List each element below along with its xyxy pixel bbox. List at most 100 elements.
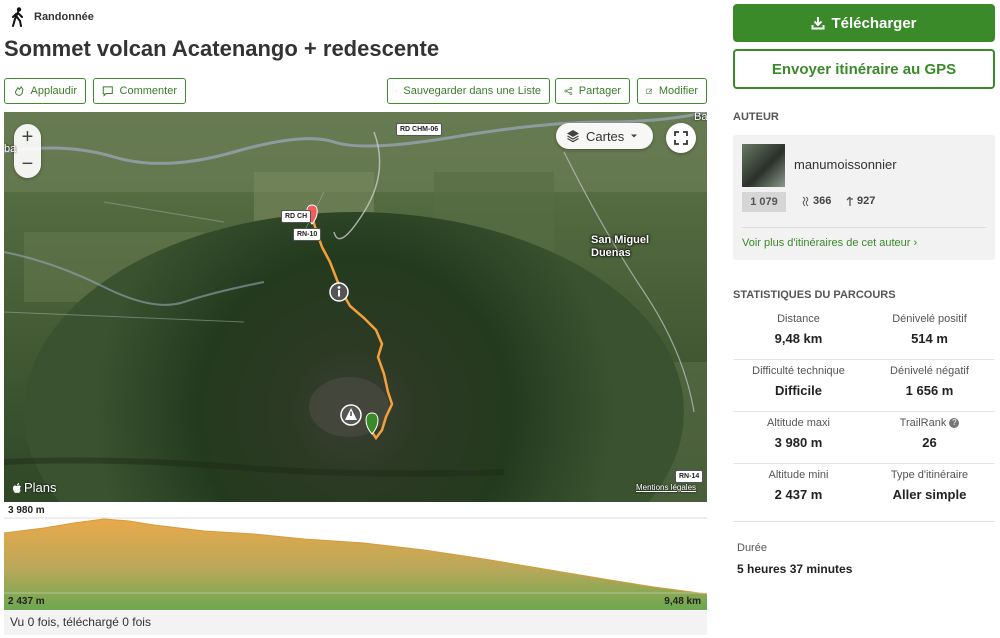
stat-value: 2 437 m — [774, 487, 823, 502]
author-followers-count: 366 — [813, 195, 832, 207]
stat-label: Dénivelé négatif — [890, 365, 969, 377]
zoom-in-button[interactable]: + — [14, 124, 41, 151]
stat-value: Difficile — [775, 383, 822, 398]
edit-button[interactable]: Modifier — [637, 78, 707, 104]
map-layer-label: Cartes — [586, 128, 625, 144]
road-label-rd-chm-06: RD CHM-06 — [396, 123, 443, 136]
duration-label: Durée — [737, 542, 767, 554]
stat-elevation-gain: Dénivelé positif 514 m — [864, 313, 995, 346]
comment-icon — [102, 86, 113, 97]
map-edge-label-right: Ba — [694, 112, 707, 123]
download-button[interactable]: Télécharger — [733, 4, 995, 42]
stat-label: Dénivelé positif — [892, 313, 967, 325]
stat-value: 514 m — [911, 331, 948, 346]
comment-button[interactable]: Commenter — [93, 78, 186, 104]
layers-icon — [567, 130, 579, 143]
apple-logo-icon — [13, 482, 21, 493]
stat-distance: Distance 9,48 km — [733, 313, 864, 346]
download-label: Télécharger — [831, 14, 917, 32]
applaud-label: Applaudir — [30, 85, 77, 97]
hiking-icon — [12, 7, 23, 27]
road-label-rn-14: RN-14 — [675, 470, 704, 483]
stat-value: 3 980 m — [774, 435, 823, 450]
author-card: manumoissonnier 1 079 366 927 Voir plus … — [733, 135, 995, 260]
info-marker-icon — [329, 282, 349, 302]
stat-label: Altitude maxi — [767, 417, 830, 429]
road-label-rn-10: RN-10 — [293, 228, 322, 241]
stat-row: Distance 9,48 km Dénivelé positif 514 m — [733, 308, 995, 360]
activity-label: Randonnée — [34, 11, 94, 23]
avatar[interactable] — [742, 144, 785, 187]
help-icon[interactable]: ? — [949, 418, 960, 429]
profile-max-altitude: 3 980 m — [8, 505, 45, 516]
author-name[interactable]: manumoissonnier — [794, 157, 897, 172]
place-label-san-miguel: San Miguel — [591, 234, 650, 246]
elevation-profile: 3 980 m 2 437 m 9,48 km — [3, 503, 708, 610]
send-to-gps-button[interactable]: Envoyer itinéraire au GPS — [733, 49, 995, 89]
stat-elevation-loss: Dénivelé négatif 1 656 m — [864, 365, 995, 398]
author-rank-badge: 1 079 — [742, 192, 786, 212]
profile-min-altitude: 2 437 m — [8, 596, 45, 607]
stat-value: 1 656 m — [905, 383, 954, 398]
map-attribution: Plans — [12, 480, 57, 495]
map-layer-selector[interactable]: Cartes — [556, 123, 653, 149]
stat-value: Aller simple — [892, 487, 967, 502]
trail-map[interactable]: + − ba Ba Cartes RD CHM-06 RD CH RN-10 R… — [4, 112, 707, 502]
trails-icon — [846, 196, 853, 206]
author-followers: 366 — [801, 195, 831, 207]
stats-divider — [733, 521, 995, 522]
trailrank-label: TrailRank — [899, 417, 947, 429]
stat-route-type: Type d'itinéraire Aller simple — [864, 469, 995, 502]
comment-label: Commenter — [119, 85, 177, 97]
share-button[interactable]: Partager — [555, 78, 630, 104]
place-label-duenas: Duenas — [591, 247, 631, 259]
stat-min-altitude: Altitude mini 2 437 m — [733, 469, 864, 502]
save-to-list-button[interactable]: Sauvegarder dans une Liste — [387, 78, 550, 104]
view-count: Vu 0 fois, téléchargé 0 fois — [4, 611, 707, 635]
followers-icon — [802, 196, 809, 206]
elevation-chart — [3, 517, 708, 610]
stat-value: 9,48 km — [774, 331, 823, 346]
stat-difficulty: Difficulté technique Difficile — [733, 365, 864, 398]
stat-row: Altitude mini 2 437 m Type d'itinéraire … — [733, 464, 995, 516]
clap-icon — [14, 85, 24, 96]
stat-label: Distance — [777, 313, 820, 325]
author-heading: AUTEUR — [733, 111, 779, 123]
stat-label: Difficulté technique — [752, 365, 845, 377]
stat-row: Difficulté technique Difficile Dénivelé … — [733, 360, 995, 412]
stat-value: 26 — [922, 435, 937, 450]
duration-value: 5 heures 37 minutes — [737, 562, 853, 576]
profile-distance: 9,48 km — [664, 596, 701, 607]
legal-link[interactable]: Mentions légales — [636, 483, 696, 492]
trail-stats: Distance 9,48 km Dénivelé positif 514 m … — [733, 308, 995, 516]
author-trails: 927 — [846, 195, 875, 207]
chevron-down-icon — [631, 134, 638, 138]
applaud-button[interactable]: Applaudir — [4, 78, 86, 104]
stat-label: TrailRank? — [864, 417, 995, 429]
road-label-rd-ch: RD CH — [281, 210, 312, 223]
edit-label: Modifier — [658, 85, 698, 97]
download-icon — [811, 17, 825, 30]
attribution-label: Plans — [24, 480, 57, 495]
share-icon — [564, 87, 573, 95]
activity-type: Randonnée — [10, 6, 94, 28]
satellite-map — [4, 112, 707, 502]
stats-heading: STATISTIQUES DU PARCOURS — [733, 289, 896, 301]
save-to-list-label: Sauvegarder dans une Liste — [403, 85, 541, 97]
fullscreen-icon — [674, 131, 688, 145]
stat-trailrank: TrailRank? 26 — [864, 417, 995, 450]
zoom-out-button[interactable]: − — [14, 151, 41, 178]
zoom-control: + − — [14, 124, 41, 178]
edit-icon — [646, 88, 653, 94]
share-label: Partager — [578, 85, 621, 97]
stat-label: Type d'itinéraire — [890, 469, 969, 481]
stat-max-altitude: Altitude maxi 3 980 m — [733, 417, 864, 450]
stat-label: Altitude mini — [768, 469, 829, 481]
bookmark-icon — [396, 90, 398, 92]
author-more-link[interactable]: Voir plus d'itinéraires de cet auteur › — [742, 237, 917, 249]
author-divider — [742, 227, 986, 228]
action-bar: Applaudir Commenter Sauvegarder dans une… — [4, 78, 707, 104]
summit-marker-icon — [340, 404, 362, 426]
stat-row: Altitude maxi 3 980 m TrailRank? 26 — [733, 412, 995, 464]
fullscreen-button[interactable] — [666, 123, 696, 153]
